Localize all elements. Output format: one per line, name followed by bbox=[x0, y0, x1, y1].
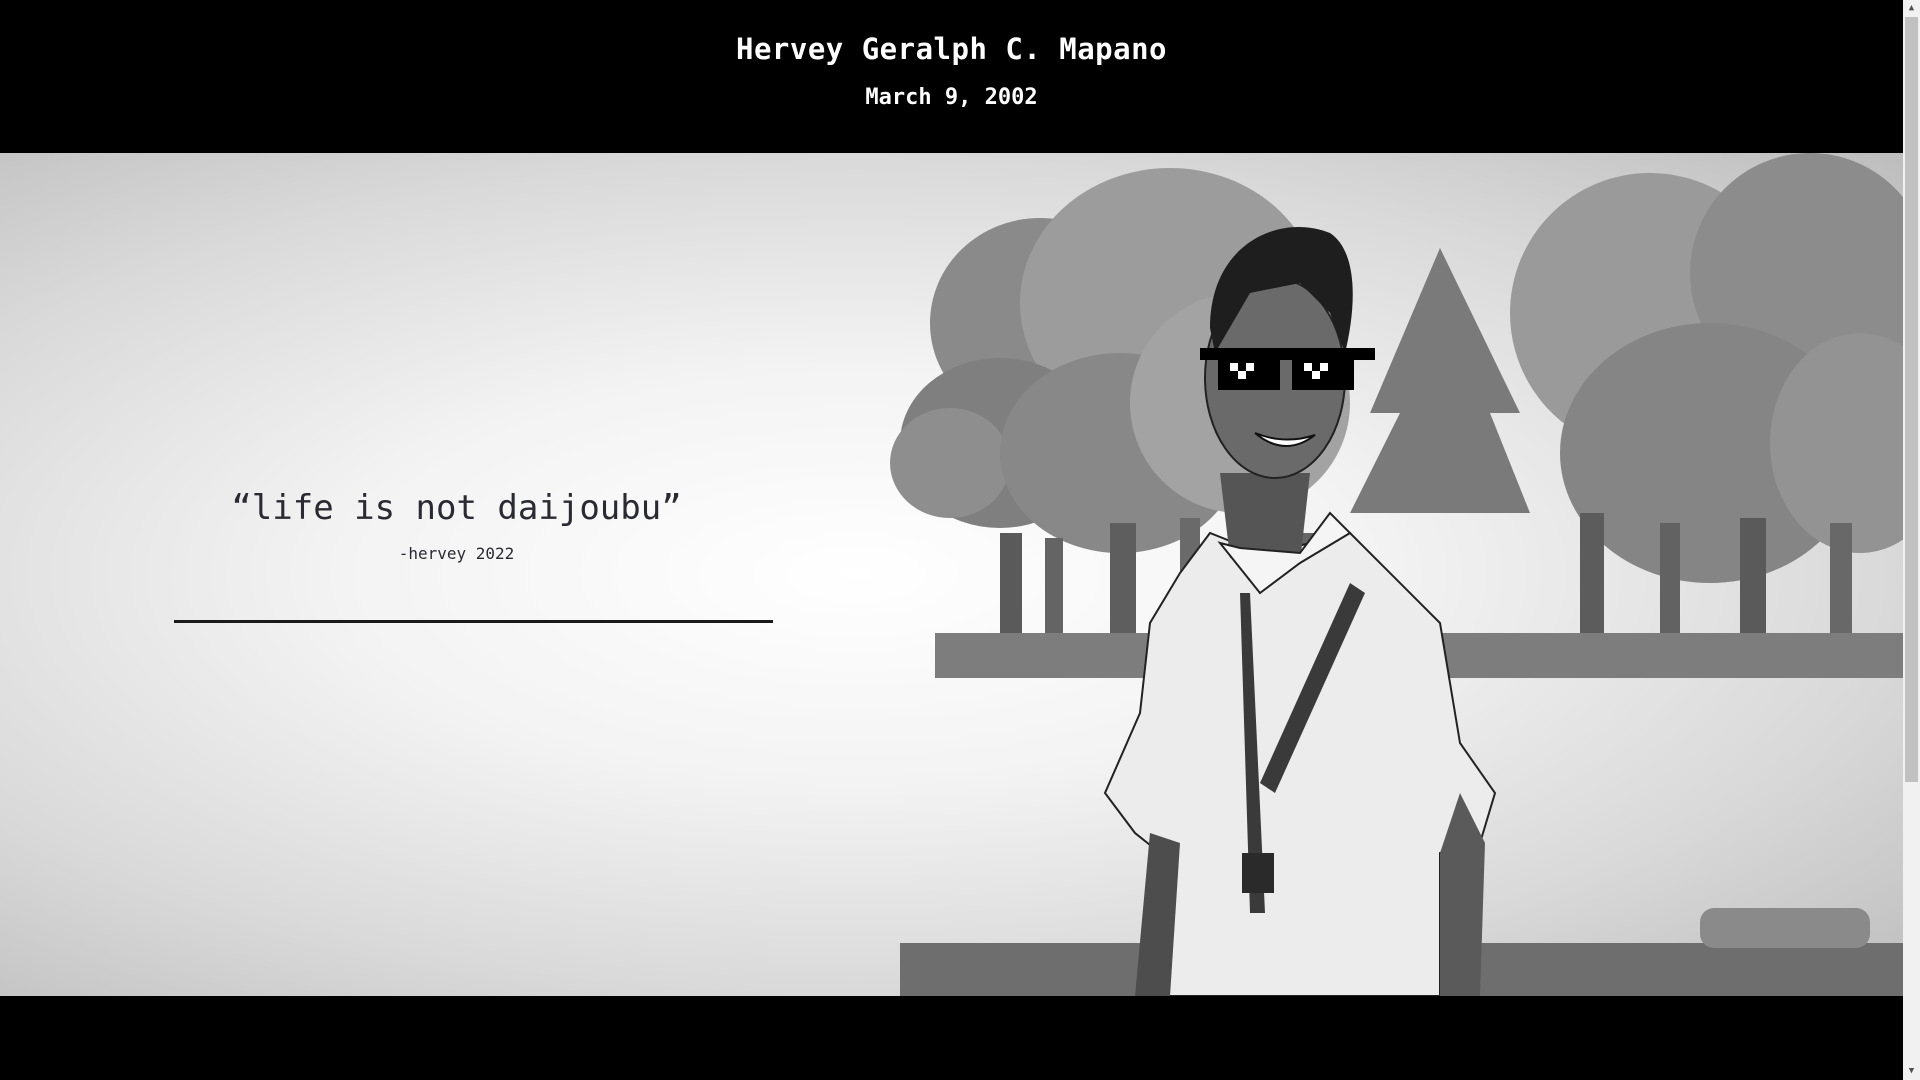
divider bbox=[174, 620, 773, 623]
header: Hervey Geralph C. Mapano March 9, 2002 bbox=[0, 0, 1903, 153]
quote-attribution: -hervey 2022 bbox=[398, 544, 515, 563]
quote-text: “life is not daijoubu” bbox=[231, 488, 682, 528]
birthdate: March 9, 2002 bbox=[865, 85, 1038, 110]
page-title: Hervey Geralph C. Mapano bbox=[735, 32, 1168, 66]
scroll-up-arrow-icon[interactable]: ▲ bbox=[1903, 0, 1920, 17]
vertical-scrollbar[interactable]: ▲ ▼ bbox=[1903, 0, 1920, 1080]
page: Hervey Geralph C. Mapano March 9, 2002 “… bbox=[0, 0, 1920, 1080]
scroll-down-arrow-icon[interactable]: ▼ bbox=[1903, 1063, 1920, 1080]
hero-section: “life is not daijoubu” -hervey 2022 bbox=[0, 153, 1903, 996]
scrollbar-thumb[interactable] bbox=[1905, 17, 1918, 782]
log bbox=[1700, 908, 1870, 948]
pixel-art-portrait-illustration bbox=[890, 153, 1903, 996]
footer bbox=[0, 996, 1903, 1080]
